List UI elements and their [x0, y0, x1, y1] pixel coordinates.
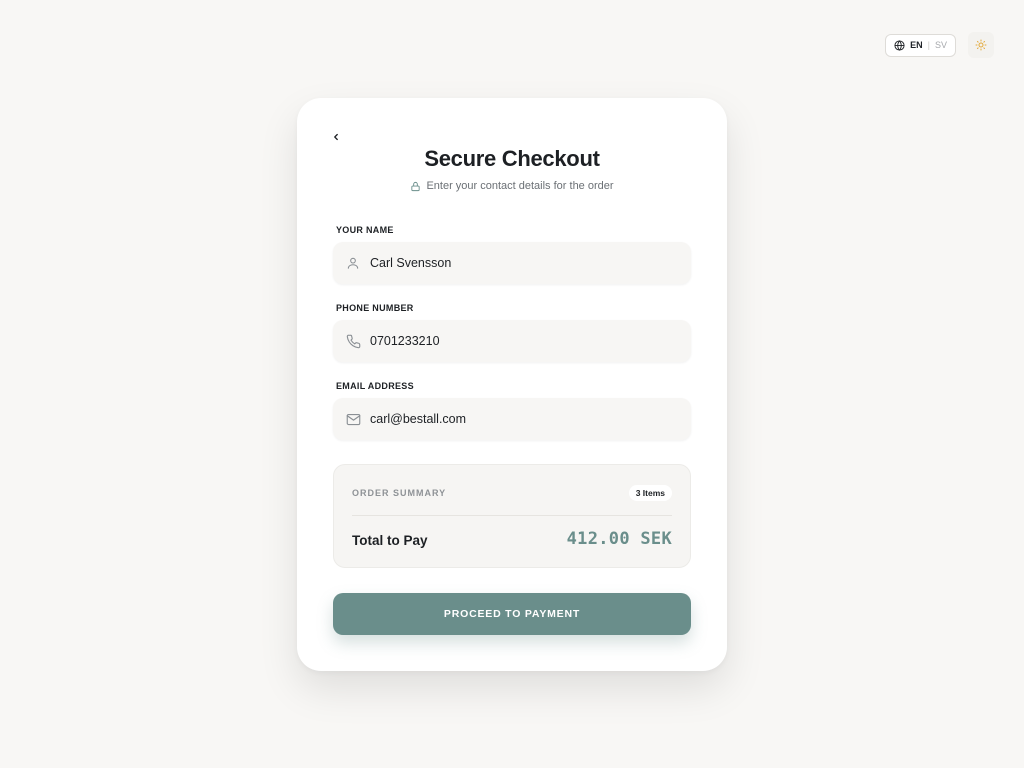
language-separator: | [927, 40, 930, 50]
name-field[interactable] [333, 242, 691, 284]
email-label: EMAIL ADDRESS [336, 381, 414, 391]
page-title: Secure Checkout [424, 146, 600, 171]
language-option-sv[interactable]: SV [935, 40, 947, 50]
lock-icon [410, 181, 421, 192]
name-label: YOUR NAME [336, 225, 394, 235]
phone-input[interactable] [370, 334, 670, 348]
email-input[interactable] [370, 412, 670, 426]
phone-icon [345, 333, 361, 349]
phone-field[interactable] [333, 320, 691, 362]
phone-label: PHONE NUMBER [336, 303, 414, 313]
name-input[interactable] [370, 256, 670, 270]
language-switcher[interactable]: EN | SV [885, 33, 956, 57]
email-field[interactable] [333, 398, 691, 440]
order-summary-label: ORDER SUMMARY [352, 488, 447, 498]
proceed-to-payment-button[interactable]: PROCEED TO PAYMENT [333, 593, 691, 635]
sun-icon [975, 39, 987, 51]
top-bar: EN | SV [885, 32, 994, 58]
user-icon [345, 255, 361, 271]
subtitle-text: Enter your contact details for the order [426, 180, 614, 192]
page-subtitle: Enter your contact details for the order [297, 180, 727, 192]
items-count-badge: 3 Items [628, 485, 672, 501]
total-label: Total to Pay [352, 533, 428, 548]
mail-icon [345, 411, 361, 427]
summary-divider [352, 515, 672, 516]
total-amount: 412.00 SEK [566, 529, 672, 549]
language-option-en[interactable]: EN [910, 40, 923, 50]
chevron-left-icon [331, 132, 341, 142]
theme-toggle-button[interactable] [968, 32, 994, 58]
order-summary: ORDER SUMMARY 3 Items Total to Pay 412.0… [333, 464, 691, 568]
globe-icon [894, 39, 905, 51]
checkout-card: Secure Checkout Enter your contact detai… [297, 98, 727, 671]
